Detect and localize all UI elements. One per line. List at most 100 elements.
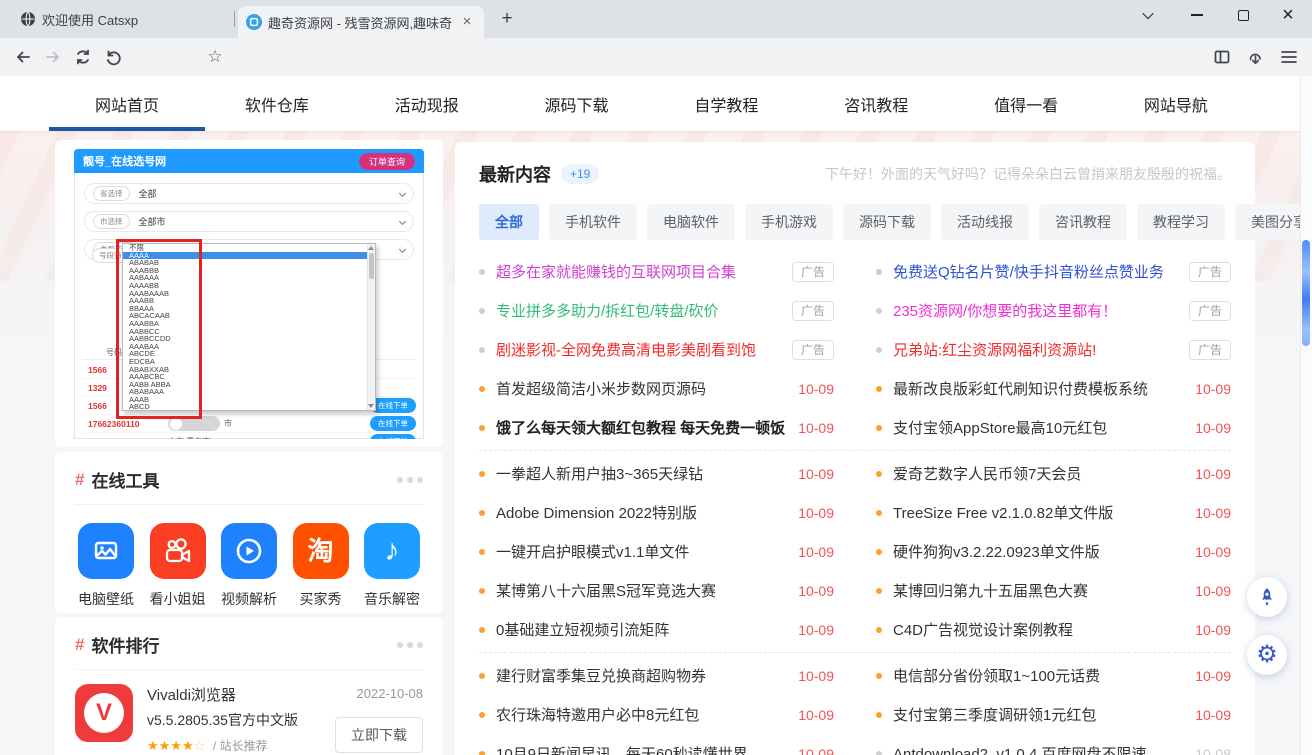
settings-button[interactable]: ⚙	[1247, 635, 1287, 675]
window-maximize-button[interactable]	[1223, 0, 1263, 30]
list-item-title[interactable]: 10月9日新闻早讯，每天60秒读懂世界	[496, 743, 788, 755]
nav-item[interactable]: 咨讯教程	[844, 76, 908, 131]
nav-item[interactable]: 网站导航	[1144, 76, 1208, 131]
list-item-title[interactable]: 最新改良版彩虹代刷知识付费模板系统	[893, 378, 1185, 399]
undo-icon[interactable]	[98, 42, 128, 72]
list-item-title[interactable]: 专业拼多多助力/拆红包/转盘/砍价	[496, 300, 782, 321]
list-item-title[interactable]: C4D广告视觉设计案例教程	[893, 619, 1185, 640]
list-item[interactable]: 爱奇艺数字人民币领7天会员10-09	[876, 454, 1231, 493]
app-list-item[interactable]: V Vivaldi浏览器 v5.5.2805.35官方中文版 ★★★★☆ / 站…	[75, 684, 423, 754]
nav-item[interactable]: 源码下载	[545, 76, 609, 131]
list-item[interactable]: 建行财富季集豆兑换商超购物券10-09	[479, 656, 834, 695]
menu-hamburger-icon[interactable]	[1274, 42, 1304, 72]
tool-video-parse[interactable]: 视频解析	[218, 523, 280, 609]
list-item-title[interactable]: 0基础建立短视频引流矩阵	[496, 619, 788, 640]
list-item[interactable]: 支付宝领AppStore最高10元红包10-09	[876, 408, 1231, 447]
refresh-icon[interactable]	[68, 42, 98, 72]
filter-tab[interactable]: 教程学习	[1137, 204, 1225, 240]
tab-site[interactable]: 趣奇资源网 - 残雪资源网,趣味奇妙 ×	[238, 6, 484, 38]
list-item[interactable]: 10月9日新闻早讯，每天60秒读懂世界10-09	[479, 734, 834, 755]
nav-item[interactable]: 自学教程	[694, 76, 758, 131]
list-item[interactable]: 235资源网/你想要的我这里都有！广告	[876, 291, 1231, 330]
list-item[interactable]: 免费送Q钻名片赞/快手抖音粉丝点赞业务广告	[876, 252, 1231, 291]
filter-tab[interactable]: 电脑软件	[647, 204, 735, 240]
card-menu-icon[interactable]	[397, 642, 423, 648]
list-item-title[interactable]: 235资源网/你想要的我这里都有！	[893, 300, 1179, 321]
list-item[interactable]: 超多在家就能赚钱的互联网项目合集广告	[479, 252, 834, 291]
list-item[interactable]: 专业拼多多助力/拆红包/转盘/砍价广告	[479, 291, 834, 330]
list-item-title[interactable]: 一键开启护眼模式v1.1单文件	[496, 541, 788, 562]
list-item[interactable]: Adobe Dimension 2022特别版10-09	[479, 493, 834, 532]
download-icon[interactable]	[1240, 42, 1270, 72]
list-item-title[interactable]: 建行财富季集豆兑换商超购物券	[496, 665, 788, 686]
app-name[interactable]: Vivaldi浏览器	[147, 684, 335, 705]
new-tab-button[interactable]: +	[494, 7, 520, 33]
list-item-title[interactable]: 支付宝第三季度调研领1元红包	[893, 704, 1185, 725]
scrollbar-track[interactable]	[1300, 76, 1312, 755]
home-star-icon[interactable]: ☆	[200, 42, 230, 72]
list-item-title[interactable]: 首发超级简洁小米步数网页源码	[496, 378, 788, 399]
list-item-title[interactable]: Adobe Dimension 2022特别版	[496, 502, 788, 523]
tool-girls[interactable]: 看小姐姐	[147, 523, 209, 609]
window-minimize-button[interactable]	[1177, 0, 1217, 30]
list-item[interactable]: 0基础建立短视频引流矩阵10-09	[479, 610, 834, 649]
split-view-icon[interactable]	[1207, 42, 1237, 72]
nav-item[interactable]: 值得一看	[994, 76, 1058, 131]
list-item[interactable]: 农行珠海特邀用户必中8元红包10-09	[479, 695, 834, 734]
list-item-title[interactable]: 一拳超人新用户抽3~365天绿钻	[496, 463, 788, 484]
filter-tab[interactable]: 手机游戏	[745, 204, 833, 240]
list-item[interactable]: 一键开启护眼模式v1.1单文件10-09	[479, 532, 834, 571]
list-item[interactable]: 硬件狗狗v3.2.22.0923单文件版10-09	[876, 532, 1231, 571]
list-item-title[interactable]: Antdownload2_v1.0.4 百度网盘不限速	[893, 743, 1185, 755]
list-item[interactable]: 首发超级简洁小米步数网页源码10-09	[479, 369, 834, 408]
list-item[interactable]: 某博回归第九十五届黑色大赛10-09	[876, 571, 1231, 610]
list-item-title[interactable]: TreeSize Free v2.1.0.82单文件版	[893, 502, 1185, 523]
back-button[interactable]	[8, 42, 38, 72]
list-item-title[interactable]: 免费送Q钻名片赞/快手抖音粉丝点赞业务	[893, 261, 1179, 282]
card-menu-icon[interactable]	[397, 477, 423, 483]
tool-wallpaper[interactable]: 电脑壁纸	[75, 523, 137, 609]
download-now-button[interactable]: 立即下载	[335, 717, 423, 753]
list-item-title[interactable]: 爱奇艺数字人民币领7天会员	[893, 463, 1185, 484]
list-item[interactable]: TreeSize Free v2.1.0.82单文件版10-09	[876, 493, 1231, 532]
list-item-title[interactable]: 饿了么每天领大额红包教程 每天免费一顿饭	[496, 417, 788, 438]
list-item[interactable]: 支付宝第三季度调研领1元红包10-09	[876, 695, 1231, 734]
filter-tab[interactable]: 活动线报	[941, 204, 1029, 240]
nav-item[interactable]: 软件仓库	[245, 76, 309, 131]
filter-tab[interactable]: 手机软件	[549, 204, 637, 240]
scrollbar-thumb[interactable]	[1302, 240, 1310, 346]
tool-taobao-show[interactable]: 淘 买家秀	[290, 523, 352, 609]
list-item[interactable]: 最新改良版彩虹代刷知识付费模板系统10-09	[876, 369, 1231, 408]
filter-tab[interactable]: 咨讯教程	[1039, 204, 1127, 240]
nav-item[interactable]: 网站首页	[95, 76, 159, 131]
list-item-title[interactable]: 硬件狗狗v3.2.22.0923单文件版	[893, 541, 1185, 562]
list-item[interactable]: 剧迷影视-全网免费高清电影美剧看到饱广告	[479, 330, 834, 369]
list-item[interactable]: C4D广告视觉设计案例教程10-09	[876, 610, 1231, 649]
nav-item[interactable]: 活动现报	[395, 76, 459, 131]
back-to-top-button[interactable]	[1247, 577, 1287, 617]
list-item[interactable]: 饿了么每天领大额红包教程 每天免费一顿饭10-09	[479, 408, 834, 447]
list-item-title[interactable]: 支付宝领AppStore最高10元红包	[893, 417, 1185, 438]
list-item-title[interactable]: 兄弟站:红尘资源网福利资源站!	[893, 339, 1179, 360]
forward-button[interactable]	[38, 42, 68, 72]
filter-tab[interactable]: 源码下载	[843, 204, 931, 240]
list-item[interactable]: 电信部分省份领取1~100元话费10-09	[876, 656, 1231, 695]
list-item-title[interactable]: 某博第八十六届黑S冠军竞选大赛	[496, 580, 788, 601]
list-item[interactable]: 一拳超人新用户抽3~365天绿钻10-09	[479, 454, 834, 493]
window-close-button[interactable]: ×	[1268, 0, 1308, 30]
tab-search-chevron-icon[interactable]	[1128, 0, 1168, 30]
list-item[interactable]: Antdownload2_v1.0.4 百度网盘不限速10-08	[876, 734, 1231, 755]
tool-music-decrypt[interactable]: ♪ 音乐解密	[361, 523, 423, 609]
list-item[interactable]: 兄弟站:红尘资源网福利资源站!广告	[876, 330, 1231, 369]
list-item[interactable]: 某博第八十六届黑S冠军竞选大赛10-09	[479, 571, 834, 610]
filter-tab[interactable]: 全部	[479, 204, 539, 240]
bullet-dot	[479, 471, 485, 477]
tab-close-icon[interactable]: ×	[458, 13, 476, 31]
list-item-title[interactable]: 剧迷影视-全网免费高清电影美剧看到饱	[496, 339, 782, 360]
tab-welcome[interactable]: 欢迎使用 Catsxp	[10, 4, 232, 34]
list-item-title[interactable]: 电信部分省份领取1~100元话费	[893, 665, 1185, 686]
list-item-title[interactable]: 超多在家就能赚钱的互联网项目合集	[496, 261, 782, 282]
promo-image-card[interactable]: 靓号_在线选号网 订单查询 省选择全部 市选择全部市 类型选择不限 号段筛选 号…	[55, 140, 443, 447]
list-item-title[interactable]: 农行珠海特邀用户必中8元红包	[496, 704, 788, 725]
list-item-title[interactable]: 某博回归第九十五届黑色大赛	[893, 580, 1185, 601]
